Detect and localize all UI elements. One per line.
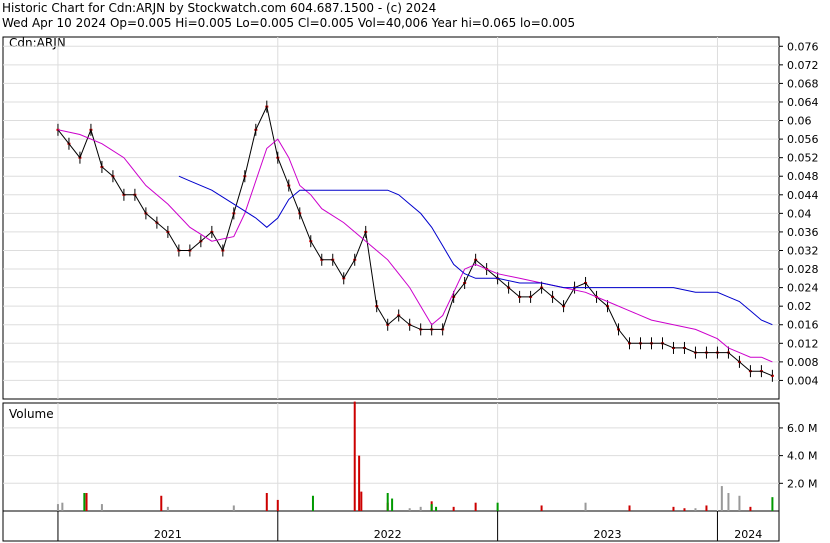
volume-bar	[672, 506, 675, 511]
volume-bar	[311, 495, 314, 511]
price-tick-label: 0.048	[787, 170, 819, 183]
volume-bar	[738, 495, 741, 511]
volume-bar	[353, 401, 356, 511]
price-tick-label: 0.024	[787, 282, 819, 295]
volume-bar	[358, 455, 361, 511]
volume-tick-label: 6.0 M	[787, 422, 817, 435]
volume-bar	[683, 508, 686, 511]
price-tick-label: 0.012	[787, 337, 819, 350]
price-tick-label: 0.052	[787, 152, 819, 165]
volume-bar	[452, 506, 455, 511]
volume-bar	[85, 493, 88, 511]
stock-chart: Cdn:ARJN Volume 0.004 0.008 0.012 0.016 0.02…	[2, 36, 819, 542]
price-tick-label: 0.068	[787, 77, 819, 90]
volume-bar	[727, 493, 730, 511]
volume-bar	[435, 506, 438, 511]
price-tick-label: 0.064	[787, 96, 819, 109]
price-tick-label: 0.028	[787, 263, 819, 276]
volume-bar	[360, 491, 363, 511]
price-tick-label: 0.02	[787, 300, 812, 313]
price-panel-title: Cdn:ARJN	[9, 36, 66, 50]
year-label: 2023	[594, 528, 622, 541]
volume-bar	[496, 502, 499, 511]
price-axis: 0.004 0.008 0.012 0.016 0.02 0.024 0.028 0.032 0…	[779, 40, 819, 387]
volume-bar	[749, 506, 752, 511]
year-label: 2022	[374, 528, 402, 541]
volume-bar	[83, 493, 86, 511]
price-tick-label: 0.036	[787, 226, 819, 239]
price-tick-label: 0.008	[787, 356, 819, 369]
volume-bar	[720, 486, 723, 511]
volume-axis: 2.0 M 4.0 M 6.0 M	[779, 422, 817, 490]
volume-tick-label: 2.0 M	[787, 477, 817, 490]
year-label: 2021	[154, 528, 182, 541]
volume-bar	[166, 506, 169, 511]
price-tick-label: 0.016	[787, 319, 819, 332]
price-tick-label: 0.076	[787, 40, 819, 53]
price-tick-label: 0.06	[787, 115, 812, 128]
volume-bar	[771, 497, 774, 511]
volume-bar	[265, 493, 268, 511]
price-tick-label: 0.04	[787, 207, 812, 220]
volume-bar	[584, 502, 587, 511]
volume-bar	[160, 495, 163, 511]
volume-bar	[391, 498, 394, 511]
volume-bar	[540, 505, 543, 511]
volume-bar	[61, 502, 64, 511]
volume-bar	[419, 506, 422, 511]
volume-bar	[100, 504, 103, 511]
volume-bar	[628, 505, 631, 511]
volume-bar	[232, 505, 235, 511]
volume-bar	[276, 499, 279, 511]
volume-bar	[386, 493, 389, 511]
volume-bar	[705, 505, 708, 511]
price-tick-label: 0.004	[787, 374, 819, 387]
price-tick-label: 0.032	[787, 244, 819, 257]
volume-bar	[694, 508, 697, 511]
volume-bar	[474, 502, 477, 511]
price-tick-label: 0.044	[787, 189, 819, 202]
volume-bar	[430, 504, 433, 511]
price-tick-label: 0.056	[787, 133, 819, 146]
volume-bar	[56, 504, 59, 511]
volume-panel	[2, 402, 780, 512]
volume-tick-label: 4.0 M	[787, 450, 817, 463]
volume-bar	[408, 508, 411, 511]
volume-panel-title: Volume	[9, 407, 54, 421]
year-label: 2024	[734, 528, 762, 541]
price-tick-label: 0.072	[787, 59, 819, 72]
